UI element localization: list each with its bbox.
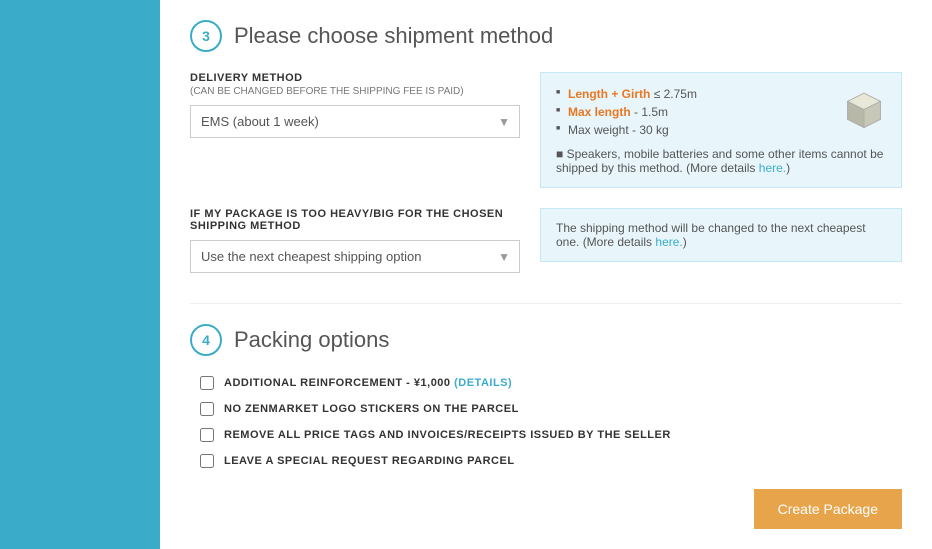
delivery-info-list: Length + Girth ≤ 2.75m Max length - 1.5m…: [556, 85, 886, 139]
section4-title: Packing options: [234, 327, 389, 353]
delivery-info-box: Length + Girth ≤ 2.75m Max length - 1.5m…: [540, 72, 902, 188]
section4-header: 4 Packing options: [190, 303, 902, 356]
info-item-2: Max length - 1.5m: [556, 103, 886, 121]
main-content: 3 Please choose shipment method DELIVERY…: [160, 0, 932, 549]
checkbox-no-logo[interactable]: [200, 402, 214, 416]
checkbox-no-logo-label: NO ZENMARKET LOGO STICKERS ON THE PARCEL: [224, 403, 519, 415]
checkbox-reinforcement[interactable]: [200, 376, 214, 390]
checkbox-item-3: REMOVE ALL PRICE TAGS AND INVOICES/RECEI…: [200, 428, 902, 442]
checkbox-remove-tags-label: REMOVE ALL PRICE TAGS AND INVOICES/RECEI…: [224, 429, 671, 441]
delivery-select-wrapper[interactable]: EMS (about 1 week) SAL (about 2-3 weeks)…: [190, 105, 520, 138]
delivery-left: DELIVERY METHOD (CAN BE CHANGED BEFORE T…: [190, 72, 520, 138]
info-item-1: Length + Girth ≤ 2.75m: [556, 85, 886, 103]
checkbox-special-request[interactable]: [200, 454, 214, 468]
heavy-left: IF MY PACKAGE IS TOO HEAVY/BIG FOR THE C…: [190, 208, 520, 273]
heavy-select[interactable]: Use the next cheapest shipping option Us…: [190, 240, 520, 273]
step3-circle: 3: [190, 20, 222, 52]
checkbox-item-2: NO ZENMARKET LOGO STICKERS ON THE PARCEL: [200, 402, 902, 416]
info-restriction-text: ■ Speakers, mobile batteries and some ot…: [556, 147, 886, 175]
section3-title: Please choose shipment method: [234, 23, 553, 49]
heavy-section: IF MY PACKAGE IS TOO HEAVY/BIG FOR THE C…: [190, 208, 902, 273]
checkbox-item-1: ADDITIONAL REINFORCEMENT - ¥1,000 (DETAI…: [200, 376, 902, 390]
checkbox-reinforcement-label: ADDITIONAL REINFORCEMENT - ¥1,000 (DETAI…: [224, 377, 512, 389]
info-highlight-length: Length + Girth: [568, 87, 650, 101]
delivery-select[interactable]: EMS (about 1 week) SAL (about 2-3 weeks)…: [190, 105, 520, 138]
info-highlight-maxlength: Max length: [568, 105, 631, 119]
step4-circle: 4: [190, 324, 222, 356]
heavy-info-text: The shipping method will be changed to t…: [556, 221, 866, 249]
delivery-section: DELIVERY METHOD (CAN BE CHANGED BEFORE T…: [190, 72, 902, 188]
heavy-label: IF MY PACKAGE IS TOO HEAVY/BIG FOR THE C…: [190, 208, 520, 232]
info-restriction-link[interactable]: here.: [759, 161, 786, 175]
section3-header: 3 Please choose shipment method: [190, 20, 902, 52]
sidebar: [0, 0, 160, 549]
create-package-button[interactable]: Create Package: [754, 489, 902, 529]
checkbox-special-request-label: LEAVE A SPECIAL REQUEST REGARDING PARCEL: [224, 455, 515, 467]
heavy-select-wrapper[interactable]: Use the next cheapest shipping option Us…: [190, 240, 520, 273]
checkbox-remove-tags[interactable]: [200, 428, 214, 442]
delivery-sublabel: (CAN BE CHANGED BEFORE THE SHIPPING FEE …: [190, 86, 520, 97]
checkbox-item-4: LEAVE A SPECIAL REQUEST REGARDING PARCEL: [200, 454, 902, 468]
heavy-info-link[interactable]: here.: [655, 235, 682, 249]
heavy-info-box: The shipping method will be changed to t…: [540, 208, 902, 262]
details-link[interactable]: (DETAILS): [454, 377, 512, 389]
info-item-3: Max weight - 30 kg: [556, 121, 886, 139]
packing-options: ADDITIONAL REINFORCEMENT - ¥1,000 (DETAI…: [190, 376, 902, 468]
delivery-label: DELIVERY METHOD: [190, 72, 520, 84]
